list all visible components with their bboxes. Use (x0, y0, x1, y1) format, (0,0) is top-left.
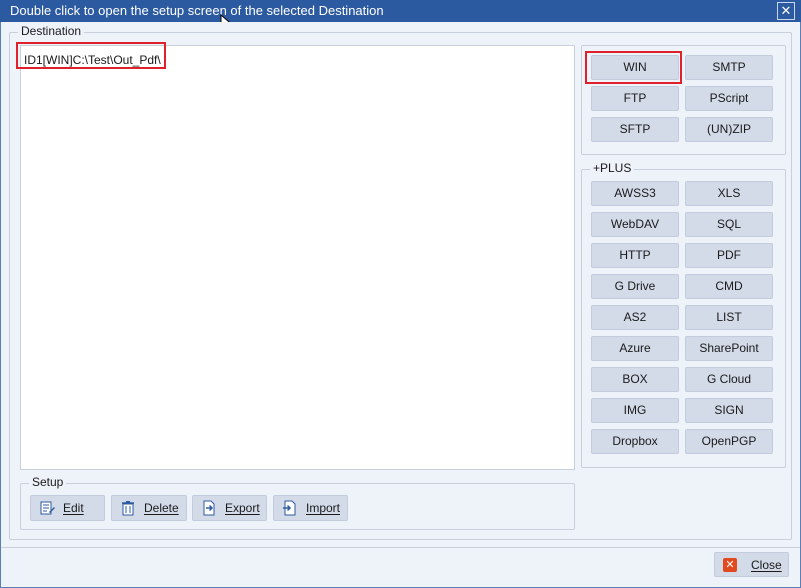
edit-button[interactable]: Edit (30, 495, 105, 521)
import-label: Import (306, 501, 341, 515)
footer-divider (1, 547, 800, 548)
dropbox-button[interactable]: Dropbox (591, 429, 679, 454)
delete-button[interactable]: Delete (111, 495, 187, 521)
awss3-button[interactable]: AWSS3 (591, 181, 679, 206)
http-button[interactable]: HTTP (591, 243, 679, 268)
img-button[interactable]: IMG (591, 398, 679, 423)
sharepoint-button[interactable]: SharePoint (685, 336, 773, 361)
edit-icon (39, 500, 55, 516)
win-button[interactable]: WIN (591, 55, 679, 80)
export-button[interactable]: Export (192, 495, 267, 521)
title-bar: Double click to open the setup screen of… (0, 0, 801, 22)
destination-list-item[interactable]: ID1[WIN]C:\Test\Out_Pdf\ (24, 52, 161, 69)
list-button[interactable]: LIST (685, 305, 773, 330)
import-icon (282, 500, 298, 516)
export-icon (201, 500, 217, 516)
xls-button[interactable]: XLS (685, 181, 773, 206)
ftp-button[interactable]: FTP (591, 86, 679, 111)
as2-button[interactable]: AS2 (591, 305, 679, 330)
azure-button[interactable]: Azure (591, 336, 679, 361)
sql-button[interactable]: SQL (685, 212, 773, 237)
unzip-button[interactable]: (UN)ZIP (685, 117, 773, 142)
import-button[interactable]: Import (273, 495, 348, 521)
pscript-button[interactable]: PScript (685, 86, 773, 111)
sign-button[interactable]: SIGN (685, 398, 773, 423)
export-label: Export (225, 501, 260, 515)
cmd-button[interactable]: CMD (685, 274, 773, 299)
setup-group-label: Setup (29, 475, 67, 489)
g-cloud-button[interactable]: G Cloud (685, 367, 773, 392)
webdav-button[interactable]: WebDAV (591, 212, 679, 237)
trash-icon (120, 500, 136, 516)
smtp-button[interactable]: SMTP (685, 55, 773, 80)
dialog-body: Destination ID1[WIN]C:\Test\Out_Pdf\ WIN… (0, 22, 801, 588)
box-button[interactable]: BOX (591, 367, 679, 392)
pdf-button[interactable]: PDF (685, 243, 773, 268)
destination-list[interactable]: ID1[WIN]C:\Test\Out_Pdf\ (20, 45, 575, 470)
delete-label: Delete (144, 501, 179, 515)
g-drive-button[interactable]: G Drive (591, 274, 679, 299)
destination-group-label: Destination (18, 24, 85, 38)
close-button[interactable]: ✕ Close (714, 552, 789, 577)
openpgp-button[interactable]: OpenPGP (685, 429, 773, 454)
sftp-button[interactable]: SFTP (591, 117, 679, 142)
window-title: Double click to open the setup screen of… (10, 3, 384, 18)
close-x-icon: ✕ (723, 557, 737, 572)
close-label: Close (751, 557, 782, 572)
close-icon[interactable]: ✕ (777, 2, 795, 20)
edit-label: Edit (63, 501, 84, 515)
plus-group-label: +PLUS (590, 161, 635, 175)
